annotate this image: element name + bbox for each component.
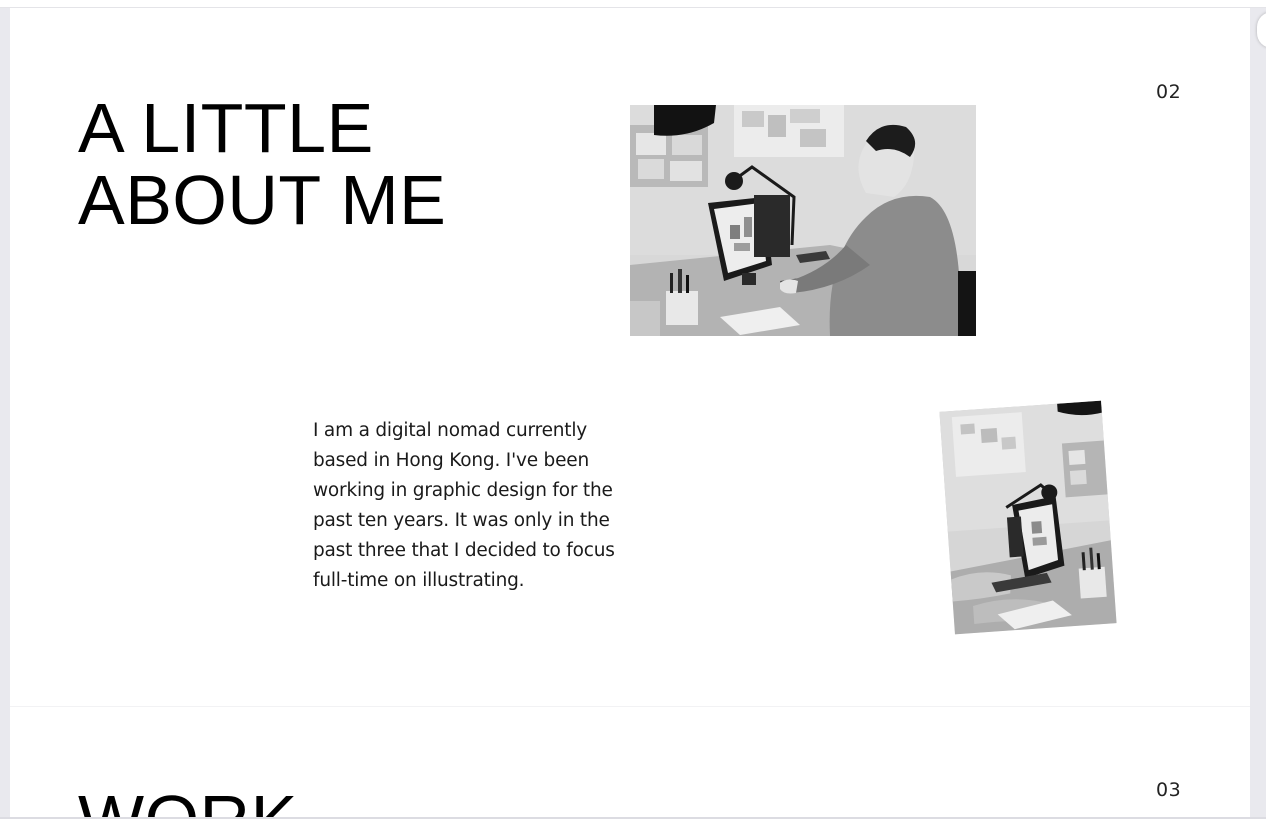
bio-line: full-time on illustrating. [313,570,525,591]
bio-line: past ten years. It was only in the [313,510,610,531]
bio-line: I am a digital nomad currently [313,420,588,441]
small-photo [939,400,1117,635]
scroll-handle[interactable] [1257,12,1266,48]
man-at-desk-image [630,105,976,336]
work-heading: WORK [78,784,298,819]
main-photo [630,105,976,336]
about-heading-line-1: A LITTLE [78,89,374,167]
bio-line: based in Hong Kong. I've been [313,450,589,471]
section-number: 03 [1156,779,1182,801]
browser-top-edge [0,0,1266,8]
bio-paragraph: I am a digital nomad currently based in … [313,416,643,596]
bio-line: past three that I decided to focus [313,540,615,561]
portfolio-page: 02 A LITTLE ABOUT ME I am a digital noma… [10,8,1250,819]
desk-detail-image [939,400,1117,635]
section-divider [10,706,1250,707]
section-number: 02 [1156,81,1182,103]
bio-line: working in graphic design for the [313,480,613,501]
about-heading-line-2: ABOUT ME [78,161,447,239]
about-heading: A LITTLE ABOUT ME [78,92,446,236]
